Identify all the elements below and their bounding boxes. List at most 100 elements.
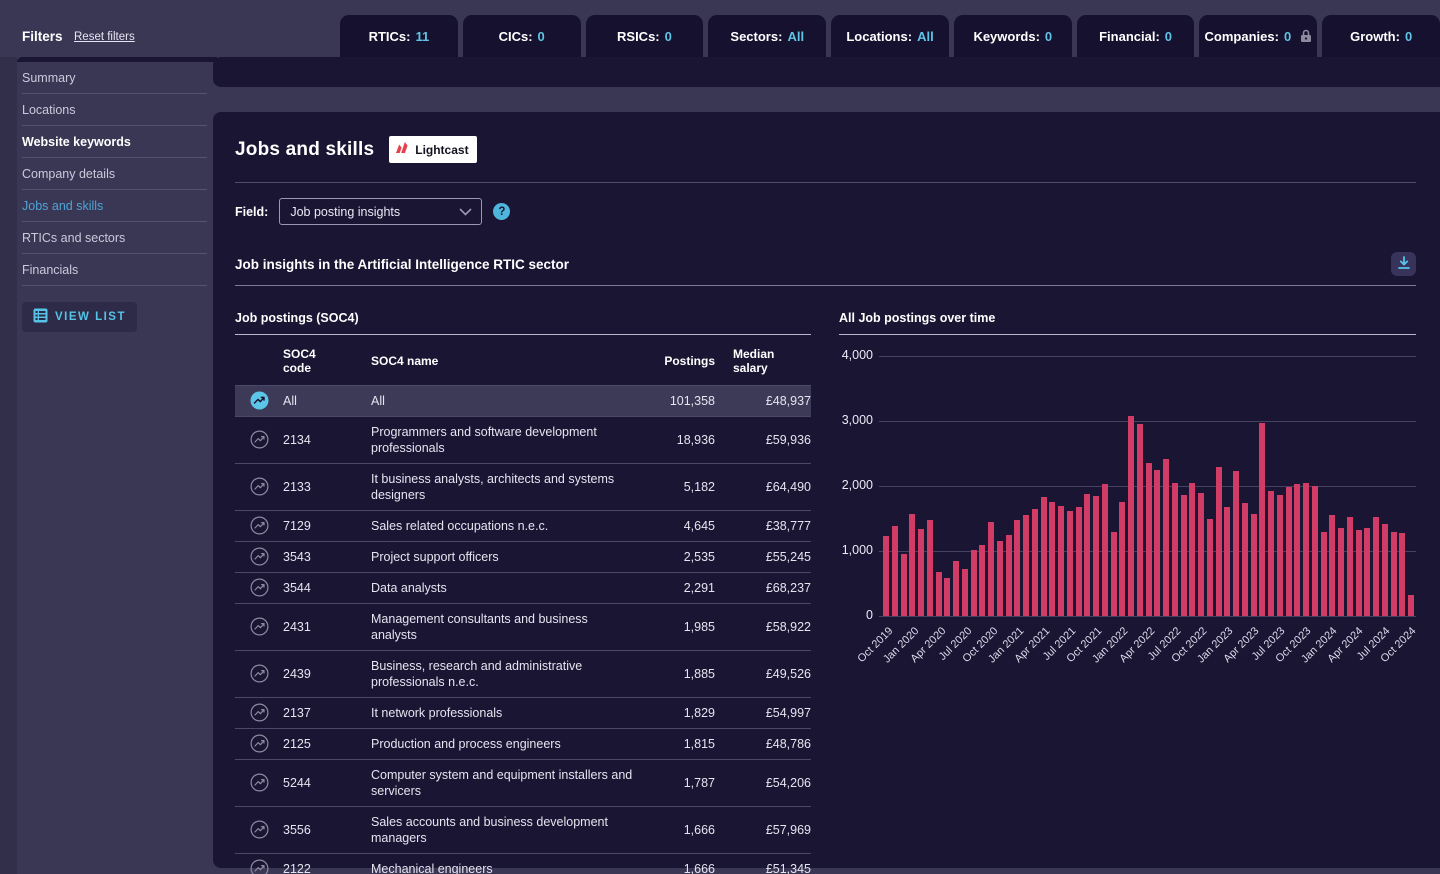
trend-chart-icon[interactable] [235, 820, 283, 839]
filter-tab-value: 0 [1165, 29, 1172, 44]
table-row-soc4-3544[interactable]: 3544Data analysts2,291£68,237 [235, 573, 811, 604]
cell-median-salary: £58,922 [715, 612, 811, 642]
trend-chart-icon[interactable] [235, 859, 283, 874]
filter-tab-value: All [917, 29, 934, 44]
bar-oct-2024 [1408, 595, 1414, 616]
trend-chart-icon[interactable] [235, 578, 283, 597]
cell-soc4-name: Sales accounts and business development … [371, 807, 633, 853]
field-dropdown[interactable]: Job posting insights [279, 198, 482, 225]
cell-median-salary: £48,786 [715, 729, 811, 759]
trend-chart-icon[interactable] [235, 547, 283, 566]
cell-postings: 1,885 [633, 659, 715, 689]
gridline-0 [879, 616, 1416, 617]
filter-tab-cics[interactable]: CICs:0 [463, 15, 581, 57]
bar-may-2022 [1154, 470, 1160, 616]
trend-chart-icon[interactable] [235, 617, 283, 636]
table-row-soc4-3556[interactable]: 3556Sales accounts and business developm… [235, 807, 811, 854]
cell-soc4-code: 5244 [283, 768, 371, 798]
bar-dec-2019 [901, 554, 907, 616]
table-row-soc4-5244[interactable]: 5244Computer system and equipment instal… [235, 760, 811, 807]
filter-tab-locations[interactable]: Locations:All [831, 15, 949, 57]
bar-feb-2021 [1023, 515, 1029, 616]
table-row-soc4-2439[interactable]: 2439Business, research and administrativ… [235, 651, 811, 698]
table-body: AllAll101,358£48,9372134Programmers and … [235, 385, 811, 874]
view-list-button[interactable]: VIEW LIST [22, 302, 137, 332]
filter-tab-rsics[interactable]: RSICs:0 [586, 15, 704, 57]
sidebar-item-website-keywords[interactable]: Website keywords [22, 126, 207, 158]
sidebar-item-company-details[interactable]: Company details [22, 158, 207, 190]
bar-oct-2020 [988, 522, 994, 616]
table-row-soc4-2134[interactable]: 2134Programmers and software development… [235, 417, 811, 464]
table-row-soc4-2122[interactable]: 2122Mechanical engineers1,666£51,345 [235, 854, 811, 874]
bar-feb-2020 [918, 529, 924, 616]
table-row-soc4-2133[interactable]: 2133It business analysts, architects and… [235, 464, 811, 511]
filter-tab-sectors[interactable]: Sectors:All [708, 15, 826, 57]
filter-tabs: RTICs:11CICs:0RSICs:0Sectors:AllLocation… [340, 15, 1440, 57]
bar-oct-2023 [1303, 483, 1309, 616]
col-header-postings: Postings [633, 354, 715, 368]
bar-jul-2022 [1172, 483, 1178, 616]
trend-chart-icon[interactable] [235, 703, 283, 722]
bar-jun-2023 [1268, 491, 1274, 616]
reset-filters-link[interactable]: Reset filters [74, 31, 135, 43]
bar-dec-2022 [1216, 467, 1222, 617]
trend-chart-icon[interactable] [235, 477, 283, 496]
filter-tab-rtics[interactable]: RTICs:11 [340, 15, 458, 57]
cell-soc4-name: Production and process engineers [371, 729, 633, 759]
sidebar-item-financials[interactable]: Financials [22, 254, 207, 286]
trend-chart-icon-selected[interactable] [235, 391, 283, 410]
table-row-soc4-2137[interactable]: 2137It network professionals1,829£54,997 [235, 698, 811, 729]
table-row-soc4-2431[interactable]: 2431Management consultants and business … [235, 604, 811, 651]
table-row-soc4-all[interactable]: AllAll101,358£48,937 [235, 385, 811, 417]
chart-bars [883, 356, 1414, 616]
bar-sep-2024 [1399, 533, 1405, 616]
bar-may-2024 [1364, 528, 1370, 616]
bar-nov-2021 [1102, 484, 1108, 616]
bar-aug-2024 [1391, 532, 1397, 616]
filter-tab-value: 11 [415, 29, 429, 44]
bar-may-2023 [1259, 423, 1265, 616]
bar-nov-2019 [892, 526, 898, 616]
trend-chart-icon[interactable] [235, 773, 283, 792]
list-table-icon [33, 308, 48, 326]
table-row-soc4-2125[interactable]: 2125Production and process engineers1,81… [235, 729, 811, 760]
field-label: Field: [235, 205, 268, 219]
bar-nov-2020 [997, 541, 1003, 616]
trend-chart-icon[interactable] [235, 734, 283, 753]
y-tick-label: 3,000 [839, 413, 873, 427]
bar-mar-2022 [1137, 424, 1143, 616]
trend-chart-icon[interactable] [235, 516, 283, 535]
cell-soc4-code: 2122 [283, 854, 371, 874]
cell-soc4-name: Sales related occupations n.e.c. [371, 511, 633, 541]
cell-soc4-code: All [283, 386, 371, 416]
filter-tab-growth[interactable]: Growth:0 [1322, 15, 1440, 57]
filter-tab-value: 0 [1405, 29, 1412, 44]
filter-tab-keywords[interactable]: Keywords:0 [954, 15, 1072, 57]
sidebar-item-jobs-and-skills[interactable]: Jobs and skills [22, 190, 207, 222]
bar-jul-2023 [1277, 495, 1283, 616]
bar-feb-2023 [1233, 471, 1239, 616]
bar-may-2021 [1049, 502, 1055, 616]
cell-postings: 2,291 [633, 573, 715, 603]
cell-postings: 4,645 [633, 511, 715, 541]
lightcast-logo-text: Lightcast [415, 143, 468, 157]
trend-chart-icon[interactable] [235, 664, 283, 683]
sidebar-item-rtics-and-sectors[interactable]: RTICs and sectors [22, 222, 207, 254]
chart-title: All Job postings over time [839, 311, 1416, 325]
sidebar-item-locations[interactable]: Locations [22, 94, 207, 126]
help-icon[interactable]: ? [493, 203, 510, 220]
filter-tab-label: RSICs: [617, 29, 660, 44]
filter-tab-financial[interactable]: Financial:0 [1077, 15, 1195, 57]
section-divider [235, 285, 1416, 286]
download-button[interactable] [1391, 252, 1416, 276]
bar-jan-2021 [1014, 520, 1020, 616]
sidebar-item-summary[interactable]: Summary [22, 62, 207, 94]
bar-jan-2020 [909, 514, 915, 616]
table-row-soc4-7129[interactable]: 7129Sales related occupations n.e.c.4,64… [235, 511, 811, 542]
cell-postings: 2,535 [633, 542, 715, 572]
bar-nov-2023 [1312, 486, 1318, 616]
filter-tab-companies[interactable]: Companies:0 [1199, 15, 1317, 57]
table-row-soc4-3543[interactable]: 3543Project support officers2,535£55,245 [235, 542, 811, 573]
trend-chart-icon[interactable] [235, 430, 283, 449]
cell-soc4-code: 7129 [283, 511, 371, 541]
